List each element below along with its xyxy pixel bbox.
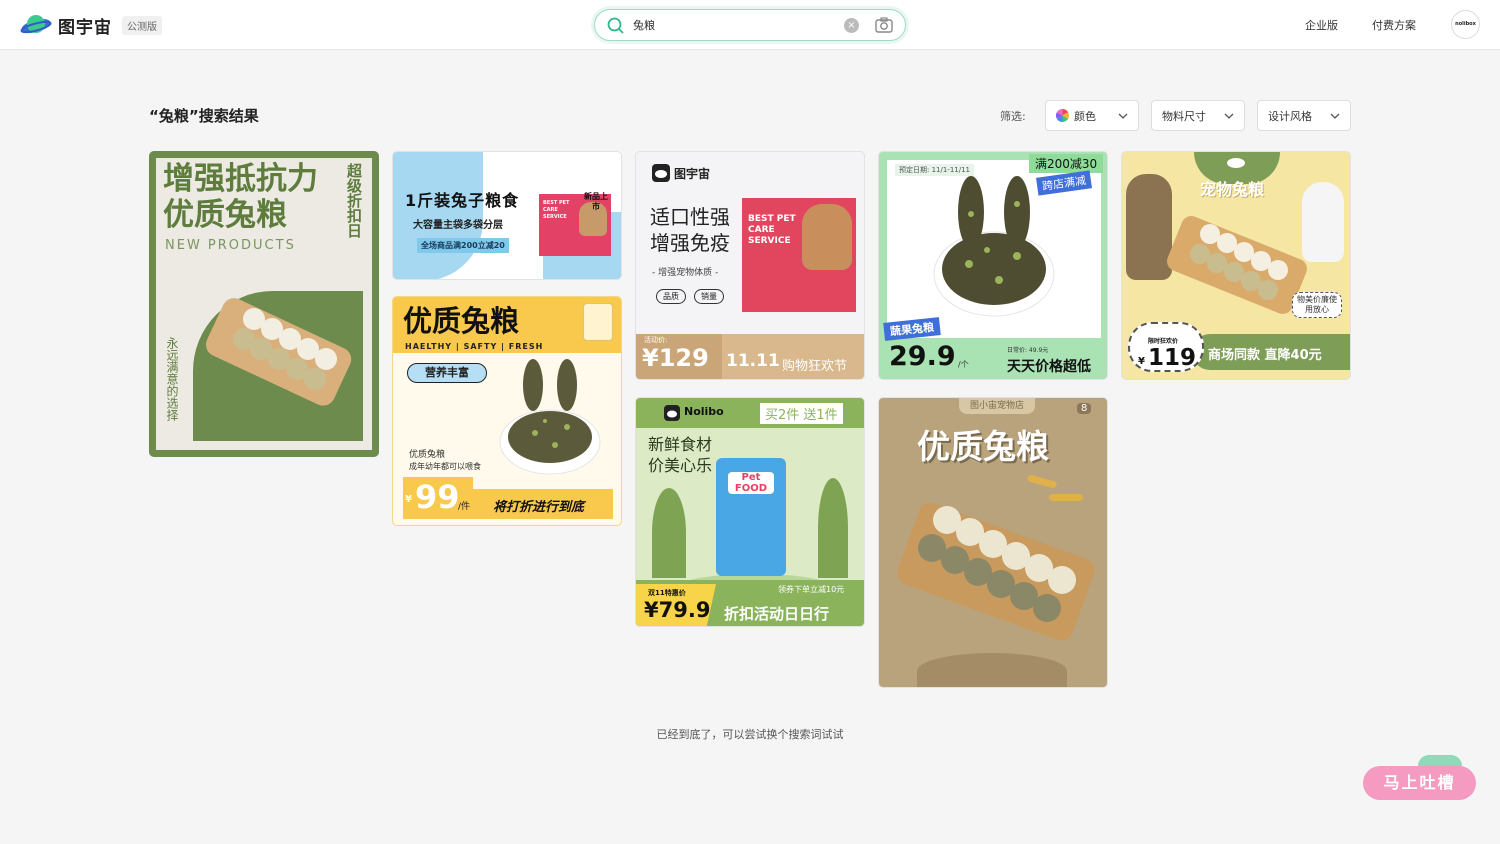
clear-search-icon[interactable]: × [844, 18, 859, 33]
event-text: 购物狂欢节 [782, 359, 848, 374]
results-title: “兔粮”搜索结果 [149, 107, 259, 125]
chevron-down-icon [1330, 113, 1340, 119]
speech-bubble: 物美价廉使用放心 [1292, 292, 1342, 318]
template-card[interactable]: Nolibo 买2件 送1件 新鲜食材 价美心乐 Pet FOOD 领券下单立减… [635, 397, 865, 627]
pack-label: Pet FOOD [728, 472, 774, 494]
template-card[interactable]: 图宇宙 适口性强 增强免疫 - 增强宠物体质 - 品质 销量 BEST PET … [635, 151, 865, 380]
cta-text: 将打折进行到底 [493, 500, 585, 515]
bowl-image [583, 303, 613, 341]
badge-text: BEST PET CARE SERVICE [543, 200, 570, 220]
brand-name: Nolibo [684, 405, 724, 418]
filter-size[interactable]: 物料尺寸 [1151, 100, 1245, 131]
template-card[interactable]: 预定日期: 11/1-11/11 满200减30 跨店满减 蔬果兔粮 29.9 … [878, 151, 1108, 380]
avatar[interactable]: nolibox [1451, 10, 1480, 39]
template-card[interactable]: 宠物兔粮 物美价廉使用放心 限时狂欢价 ¥ 119 商场同款 直降40元 [1121, 151, 1351, 380]
coupon-text: 领券下单立减10元 [778, 585, 845, 594]
filter-size-label: 物料尺寸 [1162, 109, 1206, 123]
price-unit: /个 [958, 360, 969, 369]
rabbit-image [802, 204, 852, 270]
badge-text: BEST PET CARE SERVICE [748, 214, 796, 246]
card-desc: 优质兔粮 [409, 450, 446, 460]
price: 99 [415, 478, 460, 516]
brand-logo[interactable]: 图宇宙 公测版 [20, 12, 162, 38]
brand-logo-icon [1227, 158, 1245, 168]
card-desc: 成年幼年都可以喂食 [409, 462, 481, 471]
shop-name: 图小宙宠物店 [959, 398, 1035, 414]
cta-text: 折扣活动日日行 [724, 605, 830, 623]
card-side-text: 永远满意的选择 [165, 337, 179, 421]
tag-quality: 品质 [656, 289, 686, 304]
search-bar: × [594, 9, 906, 41]
card-headline: 优质兔粮 [403, 304, 520, 338]
filter-color[interactable]: 颜色 [1045, 100, 1139, 131]
search-icon [607, 17, 624, 34]
favorite-count: 8 [1077, 403, 1092, 414]
template-card[interactable]: 图小宙宠物店 8 优质兔粮 [878, 397, 1108, 688]
currency-symbol: ¥ [1138, 356, 1145, 367]
rabbit-bowl-image [499, 359, 601, 475]
brand-logo-icon [664, 405, 680, 421]
camera-icon[interactable] [875, 17, 893, 33]
nav-pricing[interactable]: 付费方案 [1372, 17, 1416, 33]
filter-label: 筛选: [1000, 110, 1026, 123]
promo-tag: 买2件 送1件 [760, 403, 843, 424]
rabbit-food-plate-image [205, 298, 352, 406]
card-headline: 适口性强 [650, 205, 730, 229]
nav-enterprise[interactable]: 企业版 [1305, 17, 1338, 33]
card-side-text: 超级折扣日 [345, 163, 363, 238]
rabbit-food-plate-image [897, 502, 1095, 641]
chevron-down-icon [1224, 113, 1234, 119]
rabbit-bowl-image [933, 176, 1055, 317]
card-subtitle: - 增强宠物体质 - [652, 268, 719, 278]
card-headline: 优质兔粮 [163, 197, 287, 233]
price: 29.9 [889, 341, 956, 372]
brand-logo-icon [652, 164, 670, 182]
chevron-down-icon [1118, 113, 1128, 119]
event-number: 11.11 [726, 351, 780, 371]
top-header: 图宇宙 公测版 × 企业版 付费方案 nolibox [0, 0, 1500, 50]
card-headline: 1斤装兔子粮食 [405, 191, 520, 210]
cta-text: 天天价格超低 [1007, 359, 1091, 375]
card-subtitle: 大容量主袋多袋分层 [413, 220, 503, 231]
price: 119 [1148, 345, 1197, 371]
feature-pill: 营养丰富 [407, 363, 487, 383]
filter-color-label: 颜色 [1074, 109, 1096, 123]
promo-tag: 满200减30 [1029, 154, 1104, 173]
card-headline: 增强抵抗力 [163, 161, 318, 197]
tag-sales: 销量 [694, 289, 724, 304]
card-headline: 优质兔粮 [917, 427, 1049, 466]
card-subtitle: NEW PRODUCTS [165, 238, 296, 253]
brand-name: 图宇宙 [674, 167, 711, 181]
end-of-results-text: 已经到底了，可以尝试换个搜索词试试 [656, 728, 844, 741]
filter-style[interactable]: 设计风格 [1257, 100, 1351, 131]
card-headline: 宠物兔粮 [1200, 180, 1265, 199]
template-card[interactable]: 优质兔粮 HAELTHY | SAFTY | FRESH 营养丰富 优质兔粮 成… [392, 296, 622, 526]
cta-text: 商场同款 直降40元 [1208, 348, 1322, 363]
promo-banner: 全场商品满200立减20 [417, 238, 509, 253]
card-headline: 新鲜食材 [648, 435, 713, 454]
template-card[interactable]: 1斤装兔子粮食 大容量主袋多袋分层 全场商品满200立减20 BEST PET … [392, 151, 622, 280]
filter-style-label: 设计风格 [1268, 109, 1312, 123]
price: ¥129 [642, 344, 709, 372]
new-tag: 新品上市 [584, 192, 608, 211]
rabbit-food-plate-image [1167, 216, 1307, 314]
price-unit: /件 [458, 502, 471, 512]
beta-badge: 公测版 [122, 15, 162, 35]
leaf-decoration [818, 478, 848, 578]
card-subtitle: HAELTHY | SAFTY | FRESH [405, 342, 544, 351]
color-wheel-icon [1056, 109, 1069, 122]
template-card[interactable]: 增强抵抗力 优质兔粮 NEW PRODUCTS 超级折扣日 永远满意的选择 [149, 151, 379, 457]
original-price: 日常价: 49.9元 [1007, 347, 1049, 354]
price: ¥79.9 [644, 598, 711, 622]
logo-text: 图宇宙 [58, 17, 112, 38]
currency-symbol: ¥ [405, 494, 412, 505]
card-headline: 增强免疫 [650, 231, 730, 255]
search-input[interactable] [633, 16, 833, 34]
card-headline: 价美心乐 [648, 456, 713, 475]
planet-logo-icon [20, 15, 52, 34]
leaf-decoration [652, 488, 686, 578]
feedback-button[interactable]: 马上吐槽 [1363, 766, 1476, 800]
